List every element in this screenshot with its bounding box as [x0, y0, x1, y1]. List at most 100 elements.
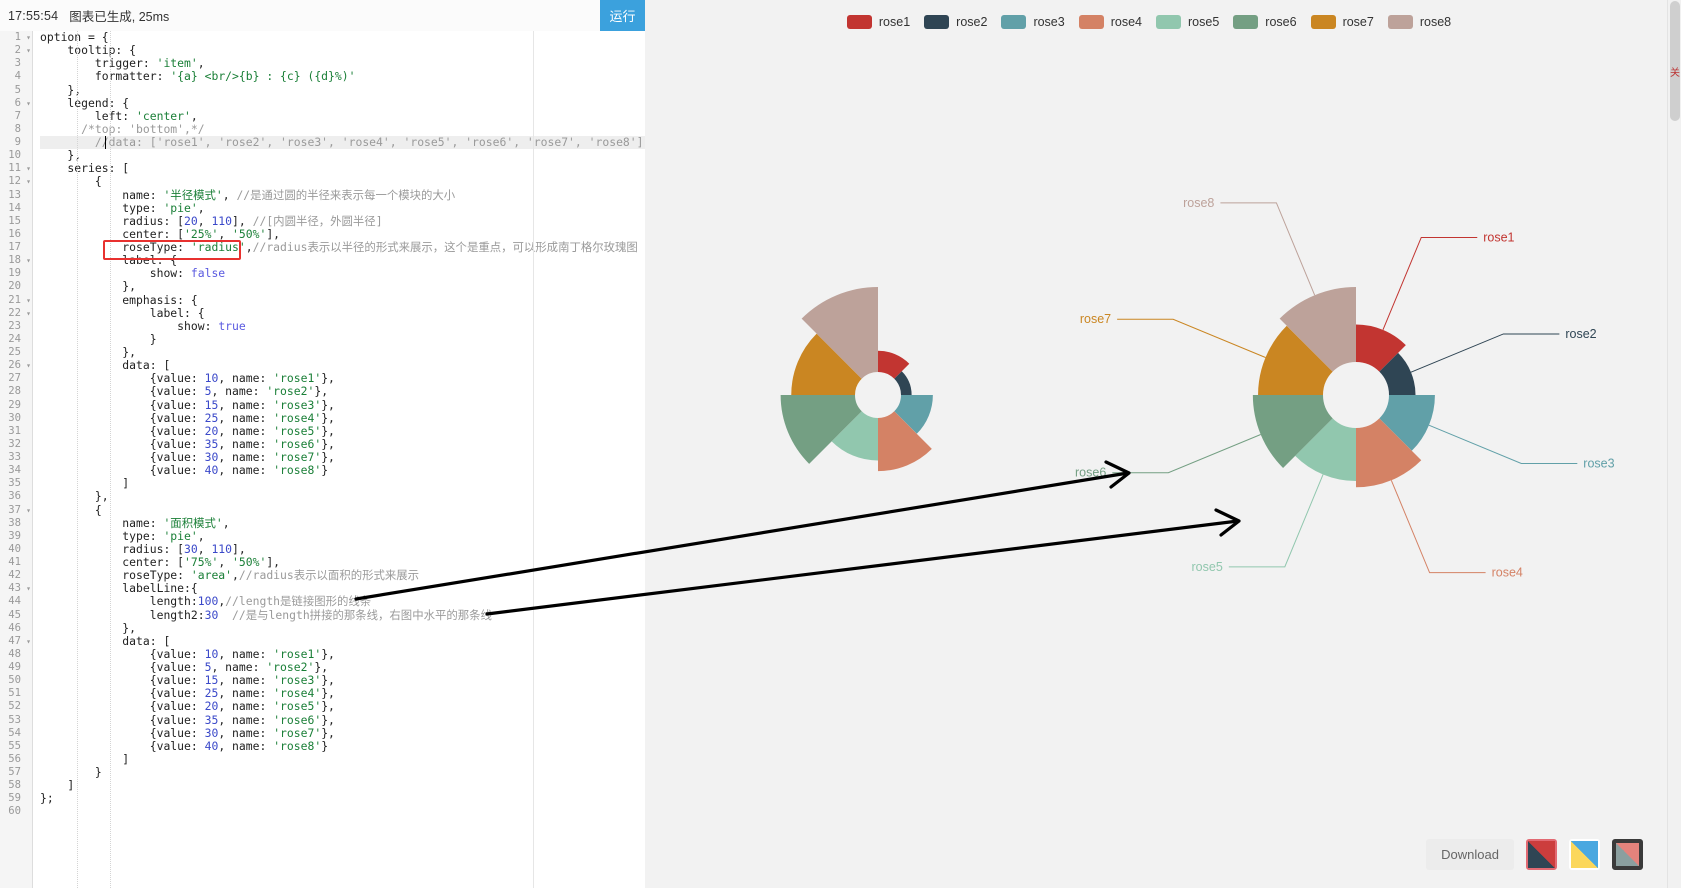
- theme-swatch-dark[interactable]: [1612, 838, 1643, 870]
- code-line[interactable]: length2:30 //是与length拼接的那条线，右图中水平的那条线: [40, 608, 645, 622]
- code-line[interactable]: },: [40, 148, 645, 162]
- code-line[interactable]: data: [: [40, 634, 645, 648]
- code-line[interactable]: },: [40, 83, 645, 97]
- page-scrollbar[interactable]: [1667, 0, 1681, 888]
- code-line[interactable]: {value: 5, name: 'rose2'},: [40, 385, 645, 398]
- line-number: 5: [14, 83, 21, 96]
- code-line[interactable]: {: [40, 503, 645, 517]
- line-number: 43 ▾: [8, 582, 31, 595]
- fold-toggle-icon[interactable]: ▾: [26, 504, 31, 517]
- code-line[interactable]: label: {: [40, 306, 645, 320]
- line-number: 29: [8, 398, 21, 411]
- fold-toggle-icon[interactable]: ▾: [26, 294, 31, 307]
- code-line[interactable]: [40, 805, 645, 818]
- chart-toolbar: Download: [1426, 834, 1643, 874]
- code-line[interactable]: radius: [20, 110], //[内圆半径，外圆半径]: [40, 214, 645, 228]
- scrollbar-thumb[interactable]: [1670, 1, 1680, 121]
- code-line[interactable]: type: 'pie',: [40, 529, 645, 543]
- fold-toggle-icon[interactable]: ▾: [26, 31, 31, 44]
- pie-label-rose8: rose8: [1183, 196, 1214, 210]
- code-line[interactable]: };: [40, 792, 645, 805]
- fold-toggle-icon[interactable]: ▾: [26, 582, 31, 595]
- line-number: 38: [8, 516, 21, 529]
- fold-toggle-icon[interactable]: ▾: [26, 635, 31, 648]
- line-number: 8: [14, 122, 21, 135]
- line-number: 31: [8, 424, 21, 437]
- code-line[interactable]: {value: 15, name: 'rose3'},: [40, 398, 645, 412]
- code-line[interactable]: ]: [40, 752, 645, 766]
- line-number: 33: [8, 451, 21, 463]
- code-line[interactable]: ]: [40, 778, 645, 792]
- pie-label-rose1: rose1: [1483, 230, 1514, 244]
- line-number: 41: [8, 556, 21, 568]
- line-number: 6 ▾: [14, 96, 31, 110]
- code-line[interactable]: {value: 30, name: 'rose7'},: [40, 726, 645, 740]
- line-number: 1 ▾: [14, 31, 31, 44]
- code-line[interactable]: {value: 35, name: 'rose6'},: [40, 713, 645, 727]
- code-line[interactable]: {value: 20, name: 'rose5'},: [40, 700, 645, 713]
- rose-chart-area-mode: [1252, 287, 1435, 488]
- download-button[interactable]: Download: [1426, 838, 1514, 870]
- run-button[interactable]: 运行: [600, 0, 645, 31]
- code-line[interactable]: }: [40, 765, 645, 779]
- code-line[interactable]: },: [40, 490, 645, 503]
- line-number: 16: [8, 227, 21, 240]
- code-line[interactable]: formatter: '{a} <br/>{b} : {c} ({d}%)': [40, 70, 645, 83]
- line-number: 48: [8, 647, 21, 660]
- chart-preview-pane: rose1 rose2 rose3 rose4 rose5 rose6 rose7 rose8…: [645, 0, 1667, 888]
- label-line-rose5: [1228, 474, 1324, 568]
- code-line[interactable]: show: true: [40, 319, 645, 333]
- code-line[interactable]: },: [40, 621, 645, 635]
- label-lines: [1112, 202, 1578, 574]
- fold-toggle-icon[interactable]: ▾: [26, 307, 31, 320]
- line-number: 35: [8, 477, 21, 490]
- code-line[interactable]: ]: [40, 477, 645, 490]
- fold-toggle-icon[interactable]: ▾: [26, 254, 31, 267]
- code-line[interactable]: {value: 40, name: 'rose8'}: [40, 463, 645, 477]
- pie-label-rose3: rose3: [1583, 456, 1614, 470]
- line-number: 23: [8, 319, 21, 332]
- code-content[interactable]: option = { tooltip: { trigger: 'item', f…: [32, 31, 645, 888]
- fold-toggle-icon[interactable]: ▾: [26, 359, 31, 372]
- line-number-gutter: 1 ▾ 2 ▾ 3 4 5 6 ▾ 7 8 9 10 11 ▾ 12 ▾ 13 14 15 16 17 18 ▾ 19 20 21 ▾…: [0, 31, 33, 888]
- line-number: 30: [8, 411, 21, 424]
- label-texts: rose1 rose2 rose3 rose4 rose5 rose6 rose7 rose8: [1075, 196, 1615, 580]
- line-number: 12 ▾: [8, 175, 31, 188]
- pie-label-rose2: rose2: [1565, 327, 1596, 341]
- rose-chart-svg: rose1 rose2 rose3 rose4 rose5 rose6 rose7 rose8: [780, 196, 1615, 580]
- line-number: 58: [8, 779, 21, 792]
- line-number: 10: [8, 149, 21, 162]
- line-number: 18 ▾: [8, 254, 31, 267]
- code-line[interactable]: emphasis: {: [40, 293, 645, 307]
- line-number: 54: [8, 726, 21, 739]
- code-line[interactable]: //data: ['rose1', 'rose2', 'rose3', 'ros…: [40, 135, 645, 150]
- line-number: 22 ▾: [8, 306, 31, 320]
- pie-label-rose6: rose6: [1075, 466, 1106, 480]
- line-number: 49: [8, 661, 21, 673]
- code-line[interactable]: },: [40, 280, 645, 293]
- line-number: 17: [8, 241, 21, 253]
- line-number: 15: [8, 214, 21, 227]
- fold-toggle-icon[interactable]: ▾: [26, 97, 31, 110]
- line-number: 45: [8, 608, 21, 621]
- status-timestamp: 17:55:54: [8, 8, 59, 23]
- code-line[interactable]: series: [: [40, 162, 645, 175]
- indent-guide: [110, 31, 111, 888]
- line-number: 14: [8, 201, 21, 214]
- status-bar: 17:55:54 图表已生成, 25ms: [0, 0, 645, 32]
- line-number: 36: [8, 490, 21, 503]
- theme-swatch-blue-yellow[interactable]: [1569, 838, 1600, 870]
- fold-toggle-icon[interactable]: ▾: [26, 44, 31, 57]
- code-line[interactable]: {value: 40, name: 'rose8'}: [40, 739, 645, 753]
- code-editor[interactable]: 1 ▾ 2 ▾ 3 4 5 6 ▾ 7 8 9 10 11 ▾ 12 ▾ 13 14 15 16 17 18 ▾ 19 20 21 ▾…: [0, 31, 645, 888]
- fold-toggle-icon[interactable]: ▾: [26, 162, 31, 175]
- code-line[interactable]: name: '面积模式',: [40, 516, 645, 530]
- fold-toggle-icon[interactable]: ▾: [26, 175, 31, 188]
- code-line[interactable]: {value: 25, name: 'rose4'},: [40, 411, 645, 425]
- line-number: 13: [8, 188, 21, 201]
- line-number: 3: [14, 57, 21, 70]
- code-line[interactable]: {value: 20, name: 'rose5'},: [40, 424, 645, 438]
- code-line[interactable]: legend: {: [40, 96, 645, 110]
- theme-swatch-red-dark[interactable]: [1526, 838, 1557, 870]
- code-line[interactable]: name: '半径模式', //是通过圆的半径来表示每一个模块的大小: [40, 188, 645, 202]
